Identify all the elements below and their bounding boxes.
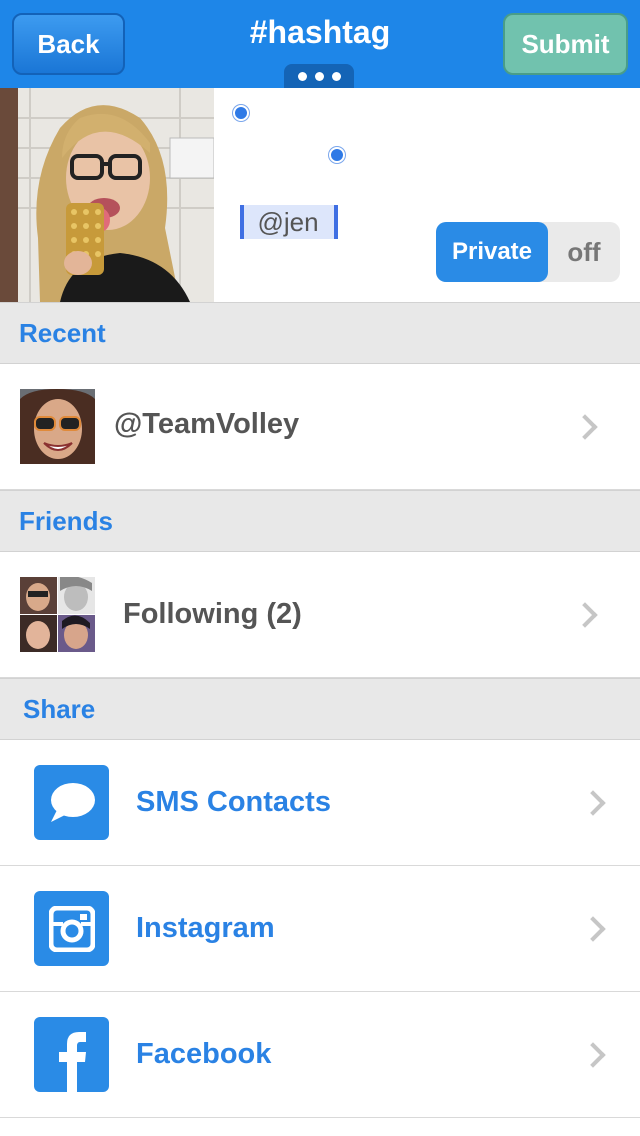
nav-bar: Back #hashtag Submit xyxy=(0,0,640,88)
section-header-friends: Friends xyxy=(0,490,640,552)
chevron-right-icon xyxy=(572,602,598,628)
submit-button[interactable]: Submit xyxy=(503,13,628,75)
more-options-button[interactable] xyxy=(284,64,354,88)
toggle-private-label: Private xyxy=(436,222,548,282)
selfie-photo xyxy=(0,88,214,302)
share-facebook[interactable]: Facebook xyxy=(0,992,640,1118)
share-label: Facebook xyxy=(136,1038,272,1070)
share-sms-contacts[interactable]: SMS Contacts xyxy=(0,740,640,866)
chevron-right-icon xyxy=(580,916,606,942)
friends-avatar-grid xyxy=(20,577,95,652)
chevron-right-icon xyxy=(572,414,598,440)
share-label: SMS Contacts xyxy=(136,786,331,818)
share-label: Instagram xyxy=(136,912,275,944)
composer: @jen Private off xyxy=(0,88,640,302)
toggle-off-label: off xyxy=(567,236,601,267)
mention-selection[interactable]: @jen xyxy=(238,205,338,241)
section-title: Share xyxy=(23,693,96,724)
instagram-icon xyxy=(34,891,109,966)
dot-icon xyxy=(314,71,324,81)
chat-bubble-icon xyxy=(34,765,109,840)
caption-input[interactable]: @jen xyxy=(238,205,338,239)
back-button[interactable]: Back xyxy=(12,13,125,75)
section-header-recent: Recent xyxy=(0,302,640,364)
avatar xyxy=(20,389,95,464)
section-title: Friends xyxy=(19,505,113,536)
list-item-label: Following (2) xyxy=(123,598,302,630)
chevron-right-icon xyxy=(580,1042,606,1068)
facebook-icon xyxy=(34,1017,109,1092)
share-instagram[interactable]: Instagram xyxy=(0,866,640,992)
privacy-toggle[interactable]: Private off xyxy=(436,222,620,282)
section-title: Recent xyxy=(19,317,106,348)
page-title: #hashtag xyxy=(249,14,391,50)
dot-icon xyxy=(331,71,341,81)
list-item-label: @TeamVolley xyxy=(114,408,300,440)
dot-icon xyxy=(297,71,307,81)
section-header-share: Share xyxy=(0,678,640,740)
list-item-following[interactable]: Following (2) xyxy=(0,552,640,678)
list-item-teamvolley[interactable]: @TeamVolley xyxy=(0,364,640,490)
selection-start-handle[interactable] xyxy=(233,105,249,121)
selection-end-handle[interactable] xyxy=(329,147,345,163)
chevron-right-icon xyxy=(580,790,606,816)
